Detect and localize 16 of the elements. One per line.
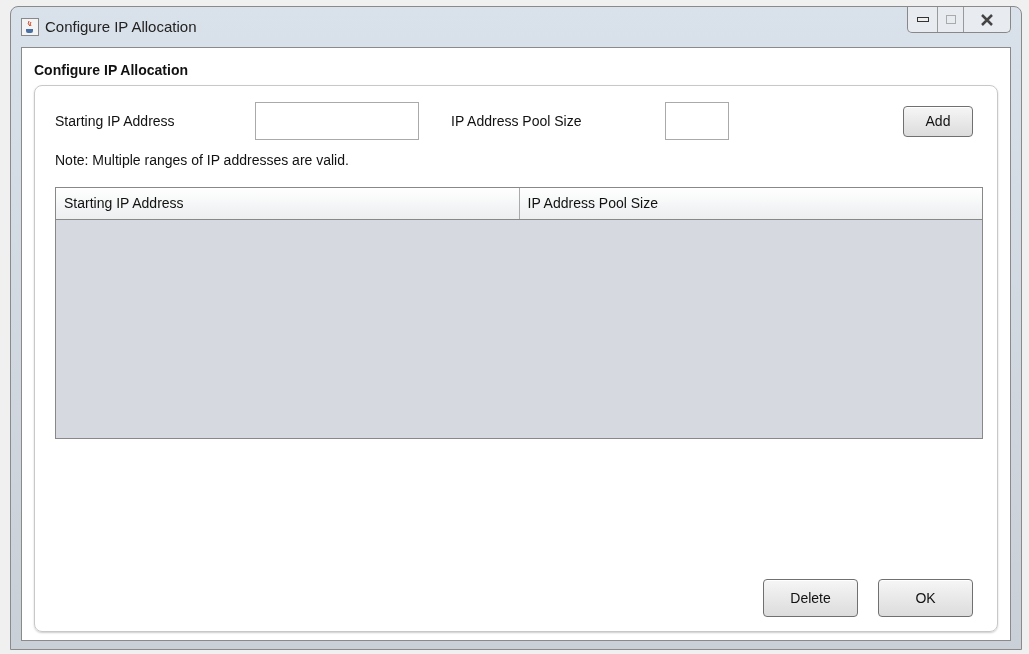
java-cup-icon: [21, 18, 39, 36]
pool-size-field[interactable]: [665, 102, 729, 140]
panel-title: Configure IP Allocation: [34, 61, 189, 80]
ok-button[interactable]: OK: [878, 579, 973, 617]
column-header[interactable]: Starting IP Address: [56, 188, 520, 219]
column-header[interactable]: IP Address Pool Size: [519, 188, 982, 219]
maximize-icon: [945, 15, 956, 24]
field-label: IP Address Pool Size: [451, 111, 583, 131]
delete-button[interactable]: Delete: [763, 579, 858, 617]
note-text: Note: Multiple ranges of IP addresses are valid.: [55, 151, 350, 170]
ip-address-field[interactable]: [255, 102, 419, 140]
field-label: Starting IP Address: [55, 111, 176, 131]
minimize-icon: [916, 17, 929, 22]
add-button[interactable]: Add: [903, 105, 973, 137]
close-icon: [980, 13, 994, 26]
window-title: Configure IP Allocation: [45, 16, 197, 37]
